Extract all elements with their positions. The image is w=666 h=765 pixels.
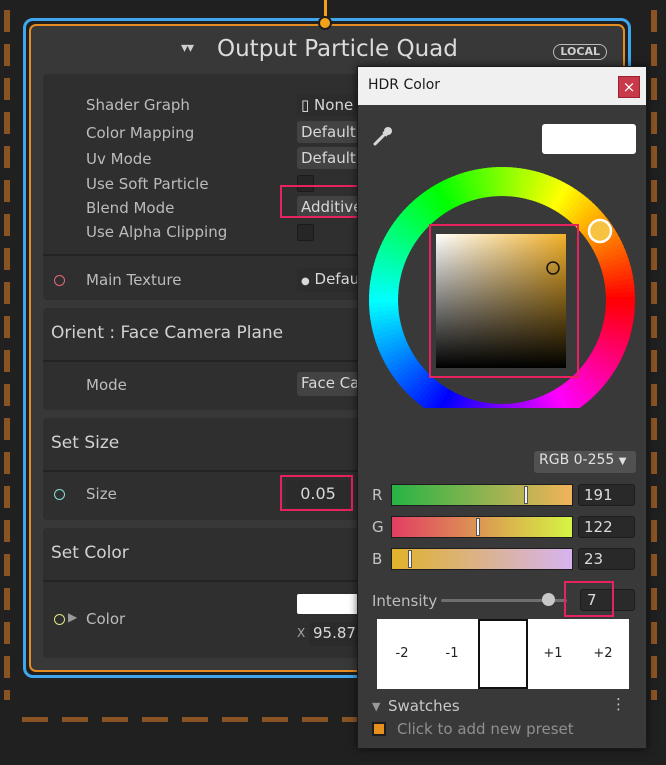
exposure-current[interactable]	[478, 619, 528, 689]
set-color-block[interactable]: Set Color ▶ Color X 95.87	[43, 528, 373, 658]
expand-arrow-icon[interactable]: ▶	[68, 610, 77, 624]
green-label: G	[372, 518, 384, 536]
blue-slider-thumb[interactable]	[407, 550, 412, 568]
main-texture-label: Main Texture	[86, 271, 182, 289]
vfx-output-icon: ▾▾	[181, 40, 194, 56]
block-separator	[43, 580, 373, 582]
flow-edge-left	[4, 10, 10, 700]
use-alpha-clipping-label: Use Alpha Clipping	[86, 223, 228, 241]
intensity-highlight	[564, 581, 614, 617]
picker-titlebar[interactable]: HDR Color ×	[358, 67, 646, 105]
blue-input[interactable]: 23	[578, 548, 635, 570]
red-input[interactable]: 191	[578, 484, 635, 506]
hdr-color-picker-window[interactable]: HDR Color × RGB 0-255 ▼ R 191 G 122 B 23…	[357, 66, 647, 749]
input-flow-port[interactable]	[318, 16, 332, 30]
size-port[interactable]	[54, 489, 65, 500]
green-slider[interactable]	[391, 516, 573, 538]
use-alpha-clipping-checkbox[interactable]	[297, 224, 314, 241]
flow-edge-bottom	[22, 717, 362, 722]
green-slider-thumb[interactable]	[476, 518, 481, 536]
swatches-label[interactable]: Swatches	[388, 697, 460, 715]
exposure-plus-1[interactable]: +1	[528, 619, 578, 689]
exposure-minus-1[interactable]: -1	[427, 619, 477, 689]
blend-mode-label: Blend Mode	[86, 199, 175, 217]
swatches-menu-icon[interactable]: ⋮	[611, 695, 626, 713]
shader-graph-label: Shader Graph	[86, 96, 190, 114]
use-soft-particle-label: Use Soft Particle	[86, 175, 209, 193]
color-mode-dropdown[interactable]: RGB 0-255 ▼	[534, 451, 636, 473]
picker-title: HDR Color	[368, 77, 441, 93]
node-title: Output Particle Quad	[217, 36, 458, 62]
exposure-plus-2[interactable]: +2	[578, 619, 628, 689]
color-mode-value: RGB 0-255	[539, 452, 615, 468]
block-separator	[43, 254, 373, 256]
block-separator	[43, 470, 373, 472]
exposure-minus-2[interactable]: -2	[377, 619, 427, 689]
add-preset-label[interactable]: Click to add new preset	[397, 720, 574, 738]
set-size-title: Set Size	[51, 433, 120, 453]
orient-mode-label: Mode	[86, 376, 127, 394]
dropdown-arrow-icon: ▼	[618, 456, 627, 467]
color-port[interactable]	[54, 614, 65, 625]
shader-graph-value: None	[314, 96, 354, 114]
red-label: R	[372, 486, 383, 504]
block-separator	[43, 360, 373, 362]
file-icon: ▯	[301, 96, 310, 114]
texture-icon: ●	[301, 276, 310, 287]
local-badge: LOCAL	[553, 44, 607, 60]
red-slider[interactable]	[391, 484, 573, 506]
intensity-slider-thumb[interactable]	[542, 593, 555, 606]
uv-mode-label: Uv Mode	[86, 150, 152, 168]
exposure-swatches: -2 -1 +1 +2	[377, 619, 629, 689]
size-label: Size	[86, 485, 117, 503]
swatches-toggle-icon[interactable]: ▼	[372, 700, 380, 713]
set-color-title: Set Color	[51, 543, 129, 563]
close-button[interactable]: ×	[618, 76, 640, 98]
eyedropper-icon[interactable]	[372, 125, 394, 147]
add-preset-swatch-icon[interactable]	[372, 722, 386, 736]
hue-picker-handle[interactable]	[587, 218, 613, 244]
current-color-swatch	[542, 124, 636, 154]
color-label: Color	[86, 610, 126, 628]
red-slider-thumb[interactable]	[523, 486, 528, 504]
color-x-label: X	[297, 626, 306, 640]
flow-edge-right	[651, 10, 657, 700]
size-highlight	[280, 475, 353, 511]
blue-slider[interactable]	[391, 548, 573, 570]
blue-label: B	[372, 550, 383, 568]
orient-block-title: Orient : Face Camera Plane	[51, 323, 284, 343]
main-texture-port[interactable]	[54, 275, 65, 286]
color-mapping-label: Color Mapping	[86, 124, 195, 142]
intensity-label: Intensity	[372, 592, 438, 610]
orient-block[interactable]: Orient : Face Camera Plane Mode Face Cam…	[43, 308, 373, 410]
sv-square-highlight	[429, 224, 579, 378]
green-input[interactable]: 122	[578, 516, 635, 538]
